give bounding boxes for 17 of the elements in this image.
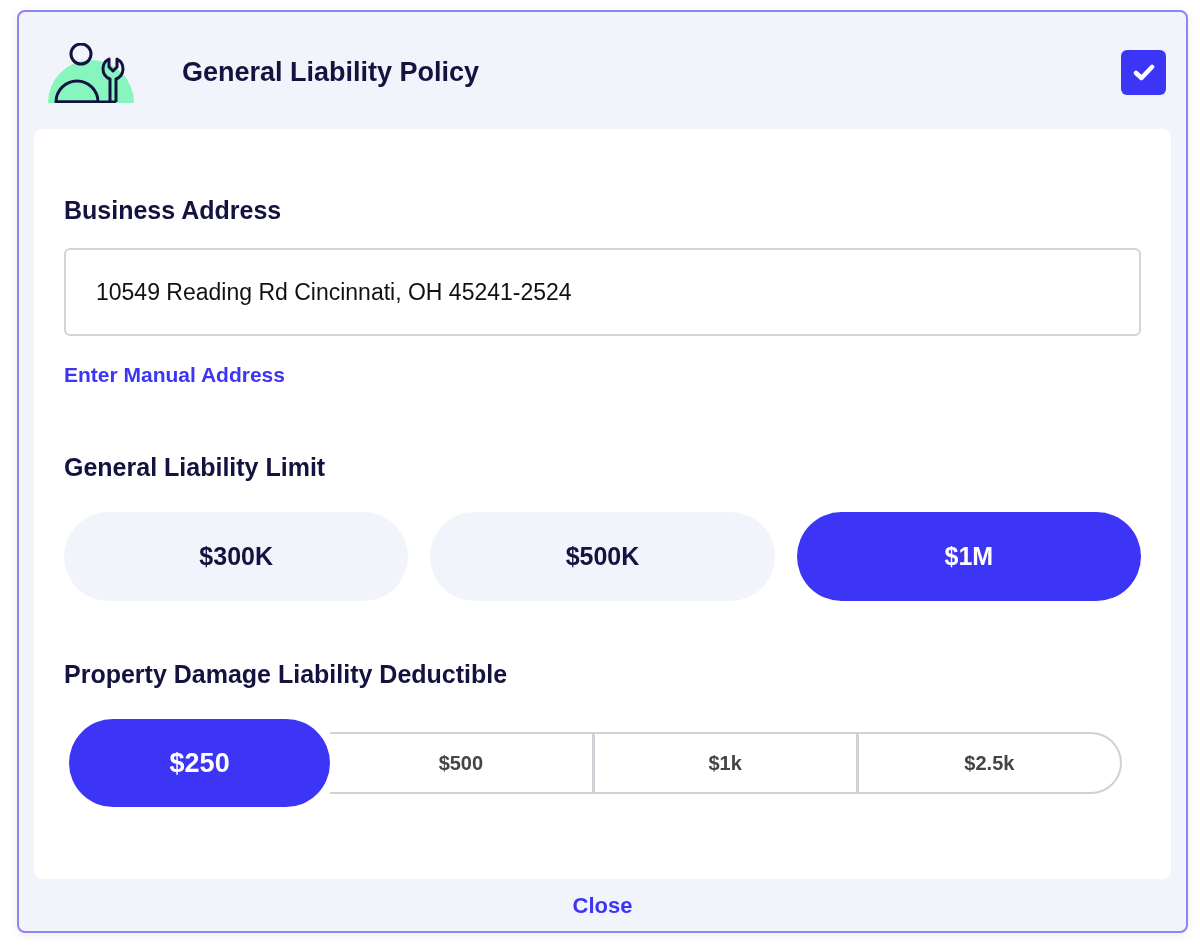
field-label: Business Address bbox=[64, 195, 282, 225]
limit-option[interactable]: $500K bbox=[430, 512, 775, 601]
deductible-option[interactable]: $250 bbox=[69, 719, 331, 807]
deductible-option[interactable]: $1k bbox=[594, 732, 859, 794]
policy-checkbox[interactable] bbox=[1121, 50, 1166, 95]
close-button[interactable]: Close bbox=[572, 888, 633, 922]
field-label: General Liability Limit bbox=[64, 452, 326, 482]
address-field[interactable]: 10549 Reading Rd Cincinnati, OH 45241-2524 bbox=[64, 248, 1141, 336]
limit-option[interactable]: $300K bbox=[64, 512, 409, 601]
deductible-option[interactable]: $500 bbox=[330, 732, 595, 794]
deductible-option[interactable]: $2.5k bbox=[858, 732, 1122, 794]
limit-option[interactable]: $1M bbox=[796, 512, 1141, 601]
field-label: Property Damage Liability Deductible bbox=[64, 659, 508, 689]
manual-address-link[interactable]: Enter Manual Address bbox=[64, 363, 285, 387]
worker-with-wrench-icon bbox=[48, 42, 134, 103]
dialog-title: General Liability Policy bbox=[182, 56, 480, 90]
check-icon bbox=[1132, 64, 1155, 81]
